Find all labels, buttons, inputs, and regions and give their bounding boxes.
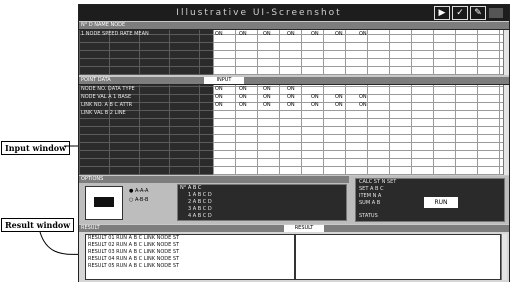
input-list: NODE NO. DATA TYPE NODE VAL A 1 BASE LIN… xyxy=(79,85,213,175)
radio-a[interactable]: ● A-A-A xyxy=(129,188,148,194)
table-row[interactable]: 4 A B C D xyxy=(178,213,346,220)
play-icon[interactable]: ▶ xyxy=(434,6,450,20)
options-header: OPTIONS xyxy=(79,176,349,183)
table-row: ON ON ON ON xyxy=(215,86,295,92)
result-panel: RESULT RESULT RESULT 01 RUN A B C LINK N… xyxy=(79,225,509,282)
preview-swatch xyxy=(94,197,114,207)
run-badge[interactable]: RUN xyxy=(424,197,458,208)
table-row[interactable]: 1 A B C D xyxy=(178,192,346,199)
list-item[interactable]: NODE NO. DATA TYPE xyxy=(79,85,213,93)
list-item[interactable]: NODE VAL A 1 BASE xyxy=(79,93,213,101)
list-item[interactable]: RESULT 04 RUN A B C LINK NODE ST xyxy=(86,256,294,263)
list-item[interactable]: LINK NO. A B C ATTR xyxy=(79,101,213,109)
info-panel: CALC ST N SET SET A B C ITEM N A SUM A B… xyxy=(355,178,505,222)
window-control[interactable] xyxy=(489,8,503,18)
options-table-header: N° A B C xyxy=(180,185,202,191)
result-window-label: Result window xyxy=(1,218,75,232)
top-panel: N° D NAME NODE 1 NODE SPEED RATE MEAN ON… xyxy=(79,22,509,75)
result-scrollbar[interactable] xyxy=(501,234,507,280)
input-scrollbar[interactable] xyxy=(503,85,509,175)
title-bar: Illustrative UI-Screenshot ▶ ✓ ✎ xyxy=(79,5,509,21)
tab-result[interactable]: RESULT xyxy=(284,225,324,232)
check-icon[interactable]: ✓ xyxy=(452,6,468,20)
table-row[interactable]: 2 A B C D xyxy=(178,199,346,206)
table-row[interactable]: 3 A B C D xyxy=(178,206,346,213)
app-window: Illustrative UI-Screenshot ▶ ✓ ✎ N° D NA… xyxy=(78,4,510,282)
list-item[interactable]: RESULT 05 RUN A B C LINK NODE ST xyxy=(86,263,294,270)
list-item[interactable]: RESULT 01 RUN A B C LINK NODE ST xyxy=(86,235,294,242)
top-panel-header: N° D NAME NODE xyxy=(79,22,509,29)
input-grid[interactable]: ON ON ON ON ON ON ON ON ON ON ON ON ON ON ON ON ON ON xyxy=(213,85,503,175)
result-list[interactable]: RESULT 01 RUN A B C LINK NODE ST RESULT … xyxy=(85,234,295,280)
top-list: 1 NODE SPEED RATE MEAN xyxy=(79,30,213,75)
list-item[interactable]: RESULT 02 RUN A B C LINK NODE ST xyxy=(86,242,294,249)
preview-box xyxy=(85,186,123,220)
tool-icon[interactable]: ✎ xyxy=(470,6,486,20)
table-row: ON ON ON ON ON ON ON xyxy=(215,94,367,100)
table-row: ON ON ON ON ON ON ON xyxy=(215,31,367,37)
input-window-label: Input window xyxy=(1,141,71,155)
input-panel-header: POINT DATA xyxy=(79,77,509,84)
info-footer: STATUS xyxy=(359,213,378,219)
top-scrollbar[interactable] xyxy=(503,30,509,75)
list-item[interactable]: 1 NODE SPEED RATE MEAN xyxy=(79,30,213,38)
tab-input[interactable]: INPUT xyxy=(204,77,244,84)
info-line: CALC ST N SET xyxy=(359,179,397,185)
top-grid[interactable]: ON ON ON ON ON ON ON xyxy=(213,30,503,75)
options-table[interactable]: N° A B C 1 A B C D 2 A B C D 3 A B C D 4… xyxy=(177,184,347,221)
input-panel: POINT DATA INPUT NODE NO. DATA TYPE NODE… xyxy=(79,77,509,175)
app-title: Illustrative UI-Screenshot xyxy=(176,8,342,18)
list-item[interactable]: RESULT 03 RUN A B C LINK NODE ST xyxy=(86,249,294,256)
info-line: SET A B C xyxy=(359,186,384,192)
list-item[interactable]: LINK VAL B 2 LINE xyxy=(79,109,213,117)
table-row: ON ON ON ON ON ON ON xyxy=(215,102,367,108)
options-panel: OPTIONS ● A-A-A ○ A-B-B N° A B C 1 A B C… xyxy=(79,176,509,224)
radio-b[interactable]: ○ A-B-B xyxy=(129,197,148,203)
result-detail xyxy=(295,234,501,280)
